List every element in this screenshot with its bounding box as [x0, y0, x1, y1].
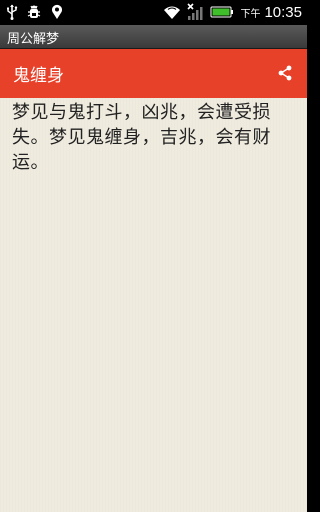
wifi-icon [162, 4, 182, 20]
battery-icon [210, 5, 234, 19]
notification-icons [6, 3, 64, 21]
app-title: 周公解梦 [7, 32, 60, 47]
share-button[interactable] [273, 61, 297, 85]
clock: 10:35 [264, 3, 302, 21]
status-bar: 下午 10:35 [0, 0, 307, 25]
content-area: 梦见与鬼打斗，凶兆，会遭受损失。梦见鬼缠身，吉兆，会有财运。 [0, 98, 307, 512]
usb-icon [6, 4, 18, 20]
debug-icon [26, 4, 42, 20]
app-title-bar: 周公解梦 [0, 25, 307, 49]
system-icons: 下午 10:35 [162, 2, 302, 22]
action-bar: 鬼缠身 [0, 49, 307, 98]
ampm-label: 下午 [240, 8, 261, 20]
share-icon [278, 65, 292, 81]
dream-interpretation-text: 梦见与鬼打斗，凶兆，会遭受损失。梦见鬼缠身，吉兆，会有财运。 [12, 102, 271, 173]
page-title: 鬼缠身 [13, 66, 64, 86]
location-icon [50, 4, 64, 20]
signal-icon [186, 3, 206, 21]
